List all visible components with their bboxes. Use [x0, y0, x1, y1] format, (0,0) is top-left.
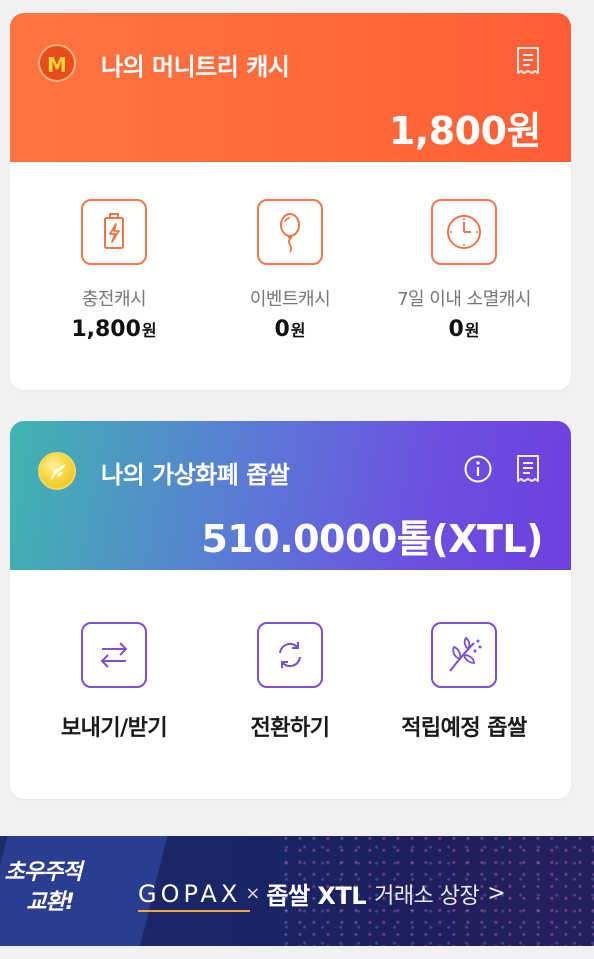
expiring-cash-item[interactable]: 7일 이내 소멸캐시 0원 [369, 199, 559, 342]
cash-total-amount: 1,800원 [388, 109, 542, 153]
promo-line-2: 교환! [26, 890, 75, 915]
transfer-arrows-icon [81, 622, 147, 688]
banner-promo-text: 초우주적 교환! [0, 858, 100, 918]
convert-cycle-icon [257, 622, 323, 688]
gopax-listing-banner[interactable]: 초우주적 교환! GOPAX × 좁쌀 XTL 거래소 상장 > [0, 836, 594, 946]
event-cash-value: 0원 [274, 317, 306, 342]
coin-total-amount: 510.0000톨(XTL) [201, 517, 543, 561]
gopax-brand-text: GOPAX [138, 879, 242, 908]
pending-jobssal-button[interactable]: 적립예정 좁쌀 [369, 622, 559, 742]
cash-card-header: M 나의 머니트리 캐시 1,800원 [10, 13, 571, 162]
moneytree-logo-icon: M [38, 44, 76, 82]
charged-cash-value: 1,800원 [71, 317, 157, 342]
battery-charge-icon [81, 199, 147, 265]
money-tree-cash-card: M 나의 머니트리 캐시 1,800원 충전캐시 1,800원 이벤트캐시 0원… [10, 13, 571, 390]
crypto-jobssal-card: 나의 가상화폐 좁쌀 510.0000톨(XTL) 보내기/받기 전환하기 적립… [10, 421, 571, 799]
receipt-icon[interactable] [515, 46, 541, 80]
expiring-cash-value: 0원 [448, 317, 480, 342]
sprout-icon [431, 622, 497, 688]
receipt-icon[interactable] [515, 454, 541, 488]
jobssal-coin-icon [38, 452, 76, 490]
expiring-cash-label: 7일 이내 소멸캐시 [397, 289, 531, 310]
headline-sub: 거래소 상장 [374, 883, 480, 909]
chevron-right-icon: > [487, 881, 506, 906]
coin-card-header: 나의 가상화폐 좁쌀 510.0000톨(XTL) [10, 421, 571, 570]
send-receive-label: 보내기/받기 [60, 716, 168, 741]
cash-card-title: 나의 머니트리 캐시 [101, 53, 290, 81]
charged-cash-item[interactable]: 충전캐시 1,800원 [19, 199, 209, 342]
coin-card-title: 나의 가상화폐 좁쌀 [101, 461, 290, 489]
gopax-logo-underline [138, 909, 250, 912]
balloon-icon [257, 199, 323, 265]
send-receive-button[interactable]: 보내기/받기 [19, 622, 209, 742]
headline-main: 좁쌀 XTL [266, 882, 367, 910]
gopax-logo: GOPAX [138, 879, 250, 912]
promo-line-1: 초우주적 [4, 860, 83, 885]
clock-icon [431, 199, 497, 265]
times-symbol: × [245, 883, 261, 904]
convert-label: 전환하기 [250, 716, 330, 741]
info-icon[interactable] [463, 454, 493, 488]
event-cash-item[interactable]: 이벤트캐시 0원 [195, 199, 385, 342]
convert-button[interactable]: 전환하기 [195, 622, 385, 742]
pending-jobssal-label: 적립예정 좁쌀 [401, 716, 527, 741]
event-cash-label: 이벤트캐시 [249, 289, 331, 310]
charged-cash-label: 충전캐시 [81, 289, 147, 310]
banner-headline: GOPAX × 좁쌀 XTL 거래소 상장 > [138, 876, 506, 912]
